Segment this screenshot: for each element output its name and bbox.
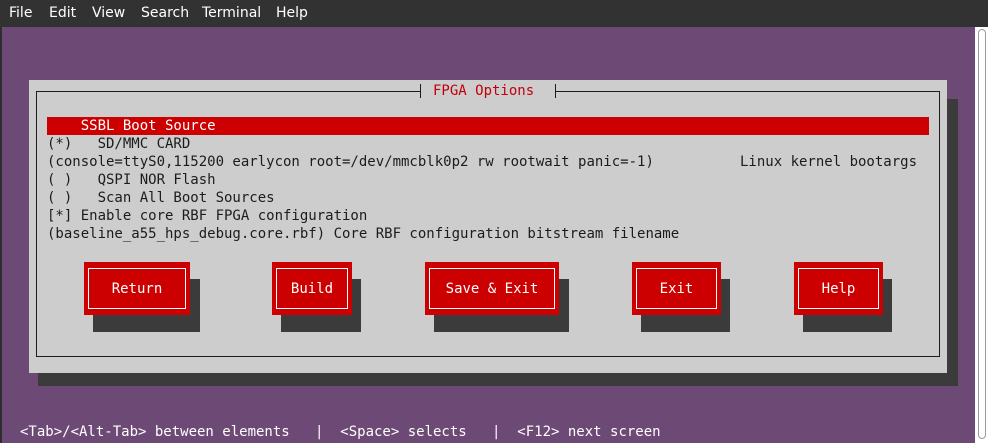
- menu-edit[interactable]: Edit: [49, 5, 76, 21]
- exit-button-label: Exit: [636, 268, 717, 309]
- menu-item-sd-mmc-card[interactable]: (*) SD/MMC CARD: [47, 135, 190, 153]
- menu-item-qspi-nor-flash[interactable]: ( ) QSPI NOR Flash: [47, 171, 216, 189]
- menu-item-scan-all-boot-sources[interactable]: ( ) Scan All Boot Sources: [47, 189, 275, 207]
- help-button[interactable]: Help: [794, 262, 883, 315]
- return-button[interactable]: Return: [84, 262, 190, 315]
- menu-item-enable-core-rbf[interactable]: [*] Enable core RBF FPGA configuration: [47, 207, 367, 225]
- menu-bar: File Edit View Search Terminal Help: [0, 0, 988, 27]
- dialog-title: FPGA Options: [433, 83, 535, 99]
- save-exit-button-label: Save & Exit: [429, 268, 555, 309]
- menu-file[interactable]: File: [9, 5, 32, 21]
- menu-item-core-rbf-filename[interactable]: (baseline_a55_hps_debug.core.rbf) Core R…: [47, 225, 679, 243]
- scrollbar-thumb[interactable]: [978, 29, 986, 439]
- menu-search[interactable]: Search: [141, 5, 189, 21]
- title-divider-left: [420, 84, 421, 98]
- title-divider-right: [555, 84, 556, 98]
- menu-view[interactable]: View: [92, 5, 125, 21]
- exit-button[interactable]: Exit: [632, 262, 721, 315]
- menu-item-kernel-bootargs[interactable]: (console=ttyS0,115200 earlycon root=/dev…: [47, 153, 654, 171]
- menu-item-ssbl-boot-source[interactable]: SSBL Boot Source: [47, 117, 929, 135]
- status-line: <Tab>/<Alt-Tab> between elements | <Spac…: [20, 424, 661, 440]
- dialog-frame-top-right: [556, 91, 940, 92]
- menu-terminal[interactable]: Terminal: [202, 5, 261, 21]
- menu-help[interactable]: Help: [276, 5, 308, 21]
- build-button-label: Build: [276, 268, 348, 309]
- build-button[interactable]: Build: [272, 262, 352, 315]
- help-button-label: Help: [798, 268, 879, 309]
- bootargs-label: Linux kernel bootargs: [740, 154, 918, 170]
- return-button-label: Return: [88, 268, 186, 309]
- dialog-frame-top-left: [36, 91, 420, 92]
- save-exit-button[interactable]: Save & Exit: [425, 262, 559, 315]
